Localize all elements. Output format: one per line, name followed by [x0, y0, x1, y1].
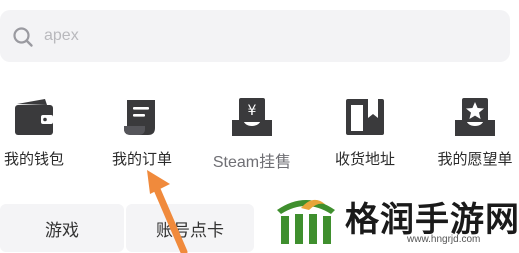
- entry-my-orders[interactable]: 我的订单: [90, 90, 194, 170]
- watermark: 格润手游网 www.hngrjd.com: [265, 180, 519, 253]
- entry-label: Steam挂售: [212, 154, 292, 171]
- search-bar[interactable]: [0, 10, 510, 62]
- entry-label: 收货地址: [334, 150, 395, 168]
- entry-label: 我的订单: [111, 150, 172, 168]
- address-box-icon: [346, 99, 384, 135]
- watermark-url: www.hngrjd.com: [407, 234, 481, 245]
- quick-entries: 我的钱包 我的订单 ¥ Steam挂售 收货地址 我的愿望单: [0, 90, 519, 171]
- entry-steam-listing[interactable]: ¥ Steam挂售: [200, 90, 304, 171]
- svg-text:¥: ¥: [248, 103, 257, 119]
- search-icon: [13, 27, 33, 47]
- entry-label: 我的钱包: [3, 150, 64, 168]
- wallet-icon: [15, 99, 53, 135]
- tab-account-cards[interactable]: 账号点卡: [126, 204, 254, 252]
- order-document-icon: [124, 100, 155, 135]
- entry-shipping-address[interactable]: 收货地址: [313, 90, 417, 170]
- yen-tray-icon: ¥: [232, 98, 272, 136]
- star-tray-icon: [455, 98, 495, 136]
- watermark-logo: [277, 199, 335, 244]
- tab-games[interactable]: 游戏: [0, 204, 124, 252]
- entry-my-wishlist[interactable]: 我的愿望单: [423, 90, 519, 170]
- entry-my-wallet[interactable]: 我的钱包: [0, 90, 86, 170]
- search-input[interactable]: [44, 24, 484, 48]
- entry-label: 我的愿望单: [437, 150, 513, 168]
